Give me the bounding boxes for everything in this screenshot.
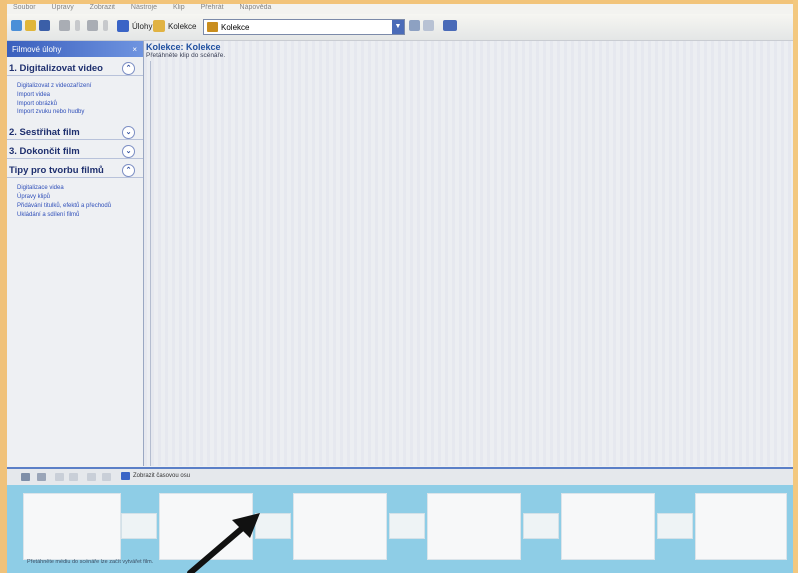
drag-hint-arrow <box>187 513 260 573</box>
arrow-shaft <box>187 522 249 573</box>
